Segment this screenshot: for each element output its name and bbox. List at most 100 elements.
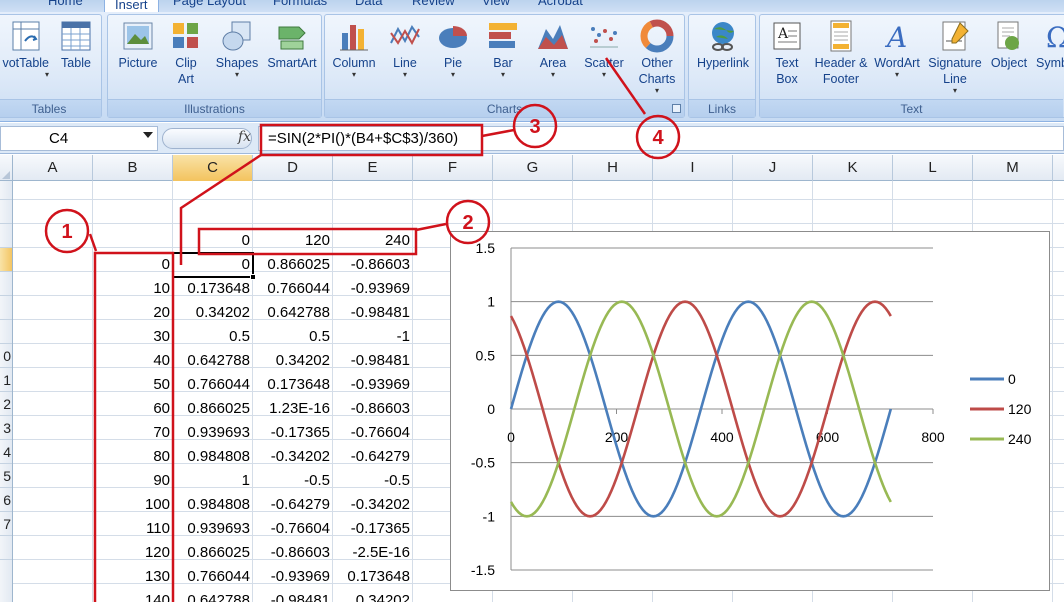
tab-review[interactable]: Review (412, 0, 455, 8)
row-header[interactable]: 0 (0, 344, 12, 368)
select-all-button[interactable] (0, 155, 13, 181)
table-cell[interactable]: -0.86603 (253, 541, 333, 565)
object-button[interactable]: Object (986, 19, 1032, 71)
signature-line-button[interactable]: Signature Line ▾ (926, 19, 984, 95)
charts-dialog-launcher[interactable] (672, 104, 681, 113)
row-header[interactable]: 1 (0, 368, 12, 392)
hyperlink-button[interactable]: Hyperlink (691, 19, 755, 71)
table-cell[interactable]: -0.34202 (333, 493, 413, 517)
tab-formulas[interactable]: Formulas (273, 0, 327, 8)
table-cell[interactable]: 110 (93, 517, 173, 541)
column-header-k[interactable]: K (813, 155, 893, 181)
tab-acrobat[interactable]: Acrobat (538, 0, 583, 8)
table-cell[interactable]: 0.642788 (173, 589, 253, 602)
table-cell[interactable]: 50 (93, 373, 173, 397)
table-cell[interactable]: 0.34202 (333, 589, 413, 602)
header-footer-button[interactable]: Header & Footer (814, 19, 868, 87)
table-cell[interactable]: 0.173648 (253, 373, 333, 397)
column-header-b[interactable]: B (93, 155, 173, 181)
table-cell[interactable]: -0.93969 (333, 277, 413, 301)
smartart-button[interactable]: SmartArt (264, 19, 320, 71)
table-cell[interactable]: 120 (93, 541, 173, 565)
row-header[interactable]: 3 (0, 416, 12, 440)
table-cell[interactable]: 0.866025 (173, 397, 253, 421)
table-cell[interactable]: -0.93969 (333, 373, 413, 397)
pie-chart-button[interactable]: Pie ▾ (431, 19, 475, 79)
column-header-a[interactable]: A (13, 155, 93, 181)
table-cell[interactable]: 10 (93, 277, 173, 301)
column-header-f[interactable]: F (413, 155, 493, 181)
name-box[interactable]: C4 (0, 126, 158, 151)
table-cell[interactable]: 0.939693 (173, 517, 253, 541)
table-cell[interactable]: -0.5 (253, 469, 333, 493)
shapes-button[interactable]: Shapes ▾ (212, 19, 262, 79)
column-header-g[interactable]: G (493, 155, 573, 181)
row-header[interactable]: 5 (0, 464, 12, 488)
column-header-i[interactable]: I (653, 155, 733, 181)
table-cell[interactable]: -0.34202 (253, 445, 333, 469)
row-header[interactable]: 6 (0, 488, 12, 512)
symbol-button[interactable]: Ω Symb (1036, 19, 1064, 71)
table-cell[interactable]: 0.173648 (333, 565, 413, 589)
picture-button[interactable]: Picture (114, 19, 162, 71)
row-header[interactable]: 2 (0, 392, 12, 416)
row-header[interactable] (0, 296, 12, 320)
table-cell[interactable]: 80 (93, 445, 173, 469)
column-header-e[interactable]: E (333, 155, 413, 181)
table-cell[interactable]: -0.17365 (333, 517, 413, 541)
table-cell[interactable]: 70 (93, 421, 173, 445)
column-header-l[interactable]: L (893, 155, 973, 181)
table-cell[interactable]: 0.984808 (173, 445, 253, 469)
tab-page-layout[interactable]: Page Layout (173, 0, 246, 8)
table-cell[interactable]: 0.34202 (173, 301, 253, 325)
row-header[interactable] (0, 536, 12, 560)
column-header-d[interactable]: D (253, 155, 333, 181)
column-header-h[interactable]: H (573, 155, 653, 181)
area-chart-button[interactable]: Area ▾ (531, 19, 575, 79)
column-chart-button[interactable]: Column ▾ (327, 19, 381, 79)
table-cell[interactable]: 140 (93, 589, 173, 602)
phase-header-cell[interactable]: 240 (333, 229, 413, 253)
table-cell[interactable]: 20 (93, 301, 173, 325)
table-cell[interactable]: 130 (93, 565, 173, 589)
row-header[interactable] (0, 248, 12, 272)
table-cell[interactable]: 0.34202 (253, 349, 333, 373)
table-cell[interactable]: 90 (93, 469, 173, 493)
table-cell[interactable]: -0.5 (333, 469, 413, 493)
pivottable-button[interactable]: votTable ▾ (0, 19, 49, 79)
table-button[interactable]: Table (55, 19, 97, 71)
table-cell[interactable]: 100 (93, 493, 173, 517)
table-cell[interactable]: -0.98481 (333, 349, 413, 373)
table-cell[interactable]: 0.766044 (173, 373, 253, 397)
line-chart-button[interactable]: Line ▾ (383, 19, 427, 79)
tab-view[interactable]: View (482, 0, 510, 8)
table-cell[interactable]: 0.173648 (173, 277, 253, 301)
row-header[interactable]: 7 (0, 512, 12, 536)
column-header-c[interactable]: C (173, 155, 253, 181)
table-cell[interactable]: 0 (93, 253, 173, 277)
table-cell[interactable]: 0.766044 (253, 277, 333, 301)
table-cell[interactable]: -0.98481 (333, 301, 413, 325)
table-cell[interactable]: -0.17365 (253, 421, 333, 445)
bar-chart-button[interactable]: Bar ▾ (481, 19, 525, 79)
table-cell[interactable]: 0.939693 (173, 421, 253, 445)
table-cell[interactable]: -0.98481 (253, 589, 333, 602)
scatter-chart-button[interactable]: Scatter ▾ (577, 19, 631, 79)
table-cell[interactable]: 30 (93, 325, 173, 349)
tab-data[interactable]: Data (355, 0, 382, 8)
table-cell[interactable]: 1 (173, 469, 253, 493)
phase-header-cell[interactable]: 120 (253, 229, 333, 253)
table-cell[interactable]: 0.5 (173, 325, 253, 349)
text-box-button[interactable]: A Text Box (764, 19, 810, 87)
table-cell[interactable]: 0.5 (253, 325, 333, 349)
row-header[interactable] (0, 320, 12, 344)
table-cell[interactable]: 40 (93, 349, 173, 373)
name-box-dropdown-icon[interactable] (143, 132, 153, 138)
clip-art-button[interactable]: Clip Art (166, 19, 206, 87)
insert-function-icon[interactable]: fx (238, 129, 251, 145)
table-cell[interactable]: -0.86603 (333, 253, 413, 277)
wordart-button[interactable]: A WordArt ▾ (870, 19, 924, 79)
table-cell[interactable]: -1 (333, 325, 413, 349)
table-cell[interactable]: 60 (93, 397, 173, 421)
table-cell[interactable]: 0.984808 (173, 493, 253, 517)
